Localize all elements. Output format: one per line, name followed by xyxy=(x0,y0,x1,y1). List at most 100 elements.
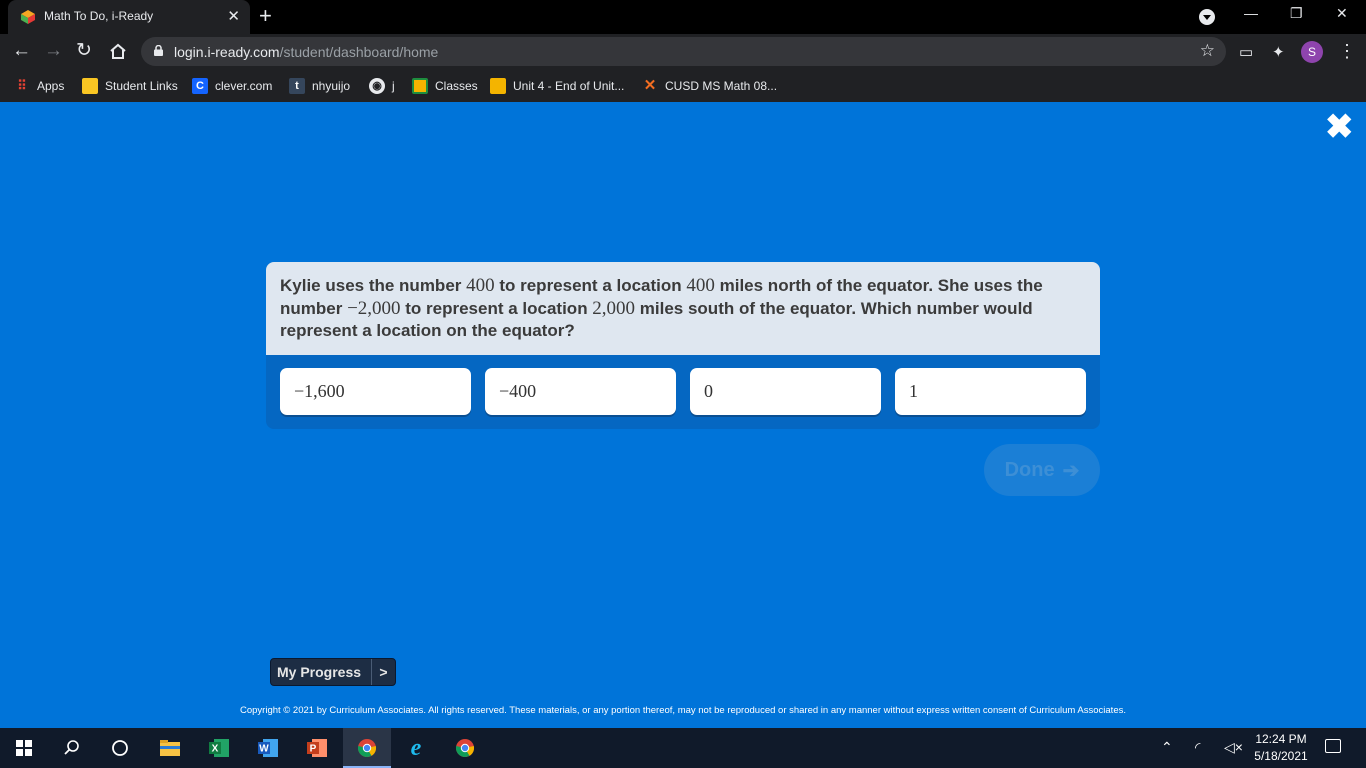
window-close-icon[interactable]: ✕ xyxy=(1336,5,1348,22)
my-progress-button[interactable]: My Progress > xyxy=(270,658,396,686)
tab-title: Math To Do, i-Ready xyxy=(44,9,154,23)
powerpoint-icon: P xyxy=(307,739,327,757)
bookmark-clever[interactable]: C clever.com xyxy=(192,77,272,95)
bookmark-apps[interactable]: ⠿ Apps xyxy=(14,77,64,95)
bookmark-label: Classes xyxy=(435,79,478,93)
browser-toolbar: ← → ↻ login.i-ready.com/student/dashboar… xyxy=(0,34,1366,70)
restore-icon[interactable]: ❐ xyxy=(1290,5,1303,22)
answer-choice-2[interactable]: −400 xyxy=(485,368,676,415)
powerpoint-button[interactable]: P xyxy=(293,728,341,768)
excel-icon: X xyxy=(209,739,229,757)
internet-explorer-button[interactable]: e xyxy=(392,728,440,768)
answer-choice-3[interactable]: 0 xyxy=(690,368,881,415)
url-text: login.i-ready.com/student/dashboard/home xyxy=(174,44,438,60)
cast-icon[interactable]: ▭ xyxy=(1239,43,1253,61)
chrome-menu-icon[interactable]: ⋮ xyxy=(1338,41,1356,61)
apps-grid-icon: ⠿ xyxy=(17,78,27,93)
bookmark-nhyuijo[interactable]: t nhyuijo xyxy=(289,77,350,95)
close-lesson-icon[interactable]: ✖ xyxy=(1325,110,1354,144)
slides-icon xyxy=(490,78,506,94)
question-text-part: to represent a location xyxy=(400,298,593,318)
question-text-part: Kylie uses the number xyxy=(280,276,467,295)
internet-explorer-icon: e xyxy=(410,734,422,761)
svg-text:P: P xyxy=(310,744,317,755)
lock-icon xyxy=(154,45,163,56)
wifi-icon[interactable]: ◜ xyxy=(1195,739,1200,756)
cortana-button[interactable] xyxy=(96,728,144,768)
chrome-button-active[interactable] xyxy=(343,728,391,768)
search-button[interactable] xyxy=(48,728,96,768)
volume-muted-icon[interactable]: ◁× xyxy=(1224,739,1243,756)
chrome-icon xyxy=(357,739,377,758)
globe-icon: ◉ xyxy=(369,78,385,94)
forward-icon[interactable]: → xyxy=(44,40,63,62)
question-text-part: to represent a location xyxy=(494,276,687,295)
excel-button[interactable]: X xyxy=(195,728,243,768)
chrome-button[interactable] xyxy=(441,728,489,768)
cortana-icon xyxy=(112,740,128,756)
file-explorer-button[interactable] xyxy=(146,728,194,768)
extensions-icon[interactable]: ✦ xyxy=(1272,43,1285,61)
browser-tab-bar: Math To Do, i-Ready ✕ + — ❐ ✕ xyxy=(0,0,1366,34)
tumblr-icon: t xyxy=(289,78,305,94)
clever-icon: C xyxy=(192,78,208,94)
done-button[interactable]: Done ➔ xyxy=(984,444,1100,496)
chevron-up-icon[interactable]: ⌃ xyxy=(1161,739,1173,756)
bookmarks-bar: ⠿ Apps Student Links C clever.com t nhyu… xyxy=(0,70,1366,102)
bookmark-cusd-math[interactable]: ✕ CUSD MS Math 08... xyxy=(642,77,777,95)
bookmark-j[interactable]: ◉ j xyxy=(369,77,395,95)
bookmark-label: j xyxy=(392,79,395,93)
bookmark-label: nhyuijo xyxy=(312,79,351,93)
file-explorer-icon xyxy=(160,740,180,756)
bookmark-label: Unit 4 - End of Unit... xyxy=(513,79,625,93)
answer-choice-1[interactable]: −1,600 xyxy=(280,368,471,415)
search-icon xyxy=(64,740,79,755)
address-bar[interactable]: login.i-ready.com/student/dashboard/home… xyxy=(141,37,1226,66)
back-icon[interactable]: ← xyxy=(12,40,31,62)
chevron-right-icon: > xyxy=(379,664,388,680)
done-label: Done xyxy=(1004,458,1055,481)
svg-text:X: X xyxy=(212,744,219,755)
word-icon: W xyxy=(258,739,278,757)
bookmark-label: CUSD MS Math 08... xyxy=(665,79,778,93)
clock-time: 12:24 PM xyxy=(1255,732,1307,746)
new-tab-icon[interactable]: + xyxy=(259,4,272,28)
clock-date: 5/18/2021 xyxy=(1254,749,1308,763)
math-number: 400 xyxy=(466,275,495,296)
bookmark-label: clever.com xyxy=(215,79,273,93)
bookmark-classes[interactable]: Classes xyxy=(412,77,478,95)
arrow-right-icon: ➔ xyxy=(1062,459,1080,482)
browser-tab[interactable]: Math To Do, i-Ready ✕ xyxy=(8,0,250,34)
math-number: −2,000 xyxy=(347,297,401,319)
home-icon[interactable] xyxy=(109,43,127,60)
word-button[interactable]: W xyxy=(244,728,292,768)
my-progress-label: My Progress xyxy=(277,664,362,680)
tab-search-icon[interactable] xyxy=(1199,9,1215,25)
notification-icon[interactable] xyxy=(1325,739,1341,753)
math-number: 2,000 xyxy=(592,297,636,319)
chrome-icon xyxy=(455,739,475,758)
reload-icon[interactable]: ↻ xyxy=(76,40,92,62)
desmos-icon: ✕ xyxy=(643,77,657,94)
url-host: login.i-ready.com xyxy=(174,44,280,60)
bookmark-star-icon[interactable]: ☆ xyxy=(1200,41,1215,61)
bookmark-label: Apps xyxy=(37,79,65,93)
windows-start-icon xyxy=(16,740,32,756)
windows-taskbar: X W P e ⌃ ◜ ◁× 12:24 PM 5/18/2021 xyxy=(0,728,1366,768)
minimize-icon[interactable]: — xyxy=(1244,5,1258,21)
system-clock[interactable]: 12:24 PM 5/18/2021 xyxy=(1250,731,1312,765)
profile-avatar[interactable]: S xyxy=(1301,41,1323,63)
url-path: /student/dashboard/home xyxy=(279,44,439,60)
bookmark-label: Student Links xyxy=(105,79,178,93)
svg-text:W: W xyxy=(259,744,269,755)
bookmark-unit4[interactable]: Unit 4 - End of Unit... xyxy=(490,77,624,95)
iready-favicon-icon xyxy=(21,10,35,24)
math-number: 400 xyxy=(686,275,715,296)
question-text: Kylie uses the number 400 to represent a… xyxy=(266,262,1100,355)
start-button[interactable] xyxy=(0,728,48,768)
tab-close-icon[interactable]: ✕ xyxy=(227,7,240,25)
bookmark-student-links[interactable]: Student Links xyxy=(82,77,178,95)
answer-choice-4[interactable]: 1 xyxy=(895,368,1086,415)
folder-icon xyxy=(82,78,98,94)
question-panel: Kylie uses the number 400 to represent a… xyxy=(266,262,1100,429)
